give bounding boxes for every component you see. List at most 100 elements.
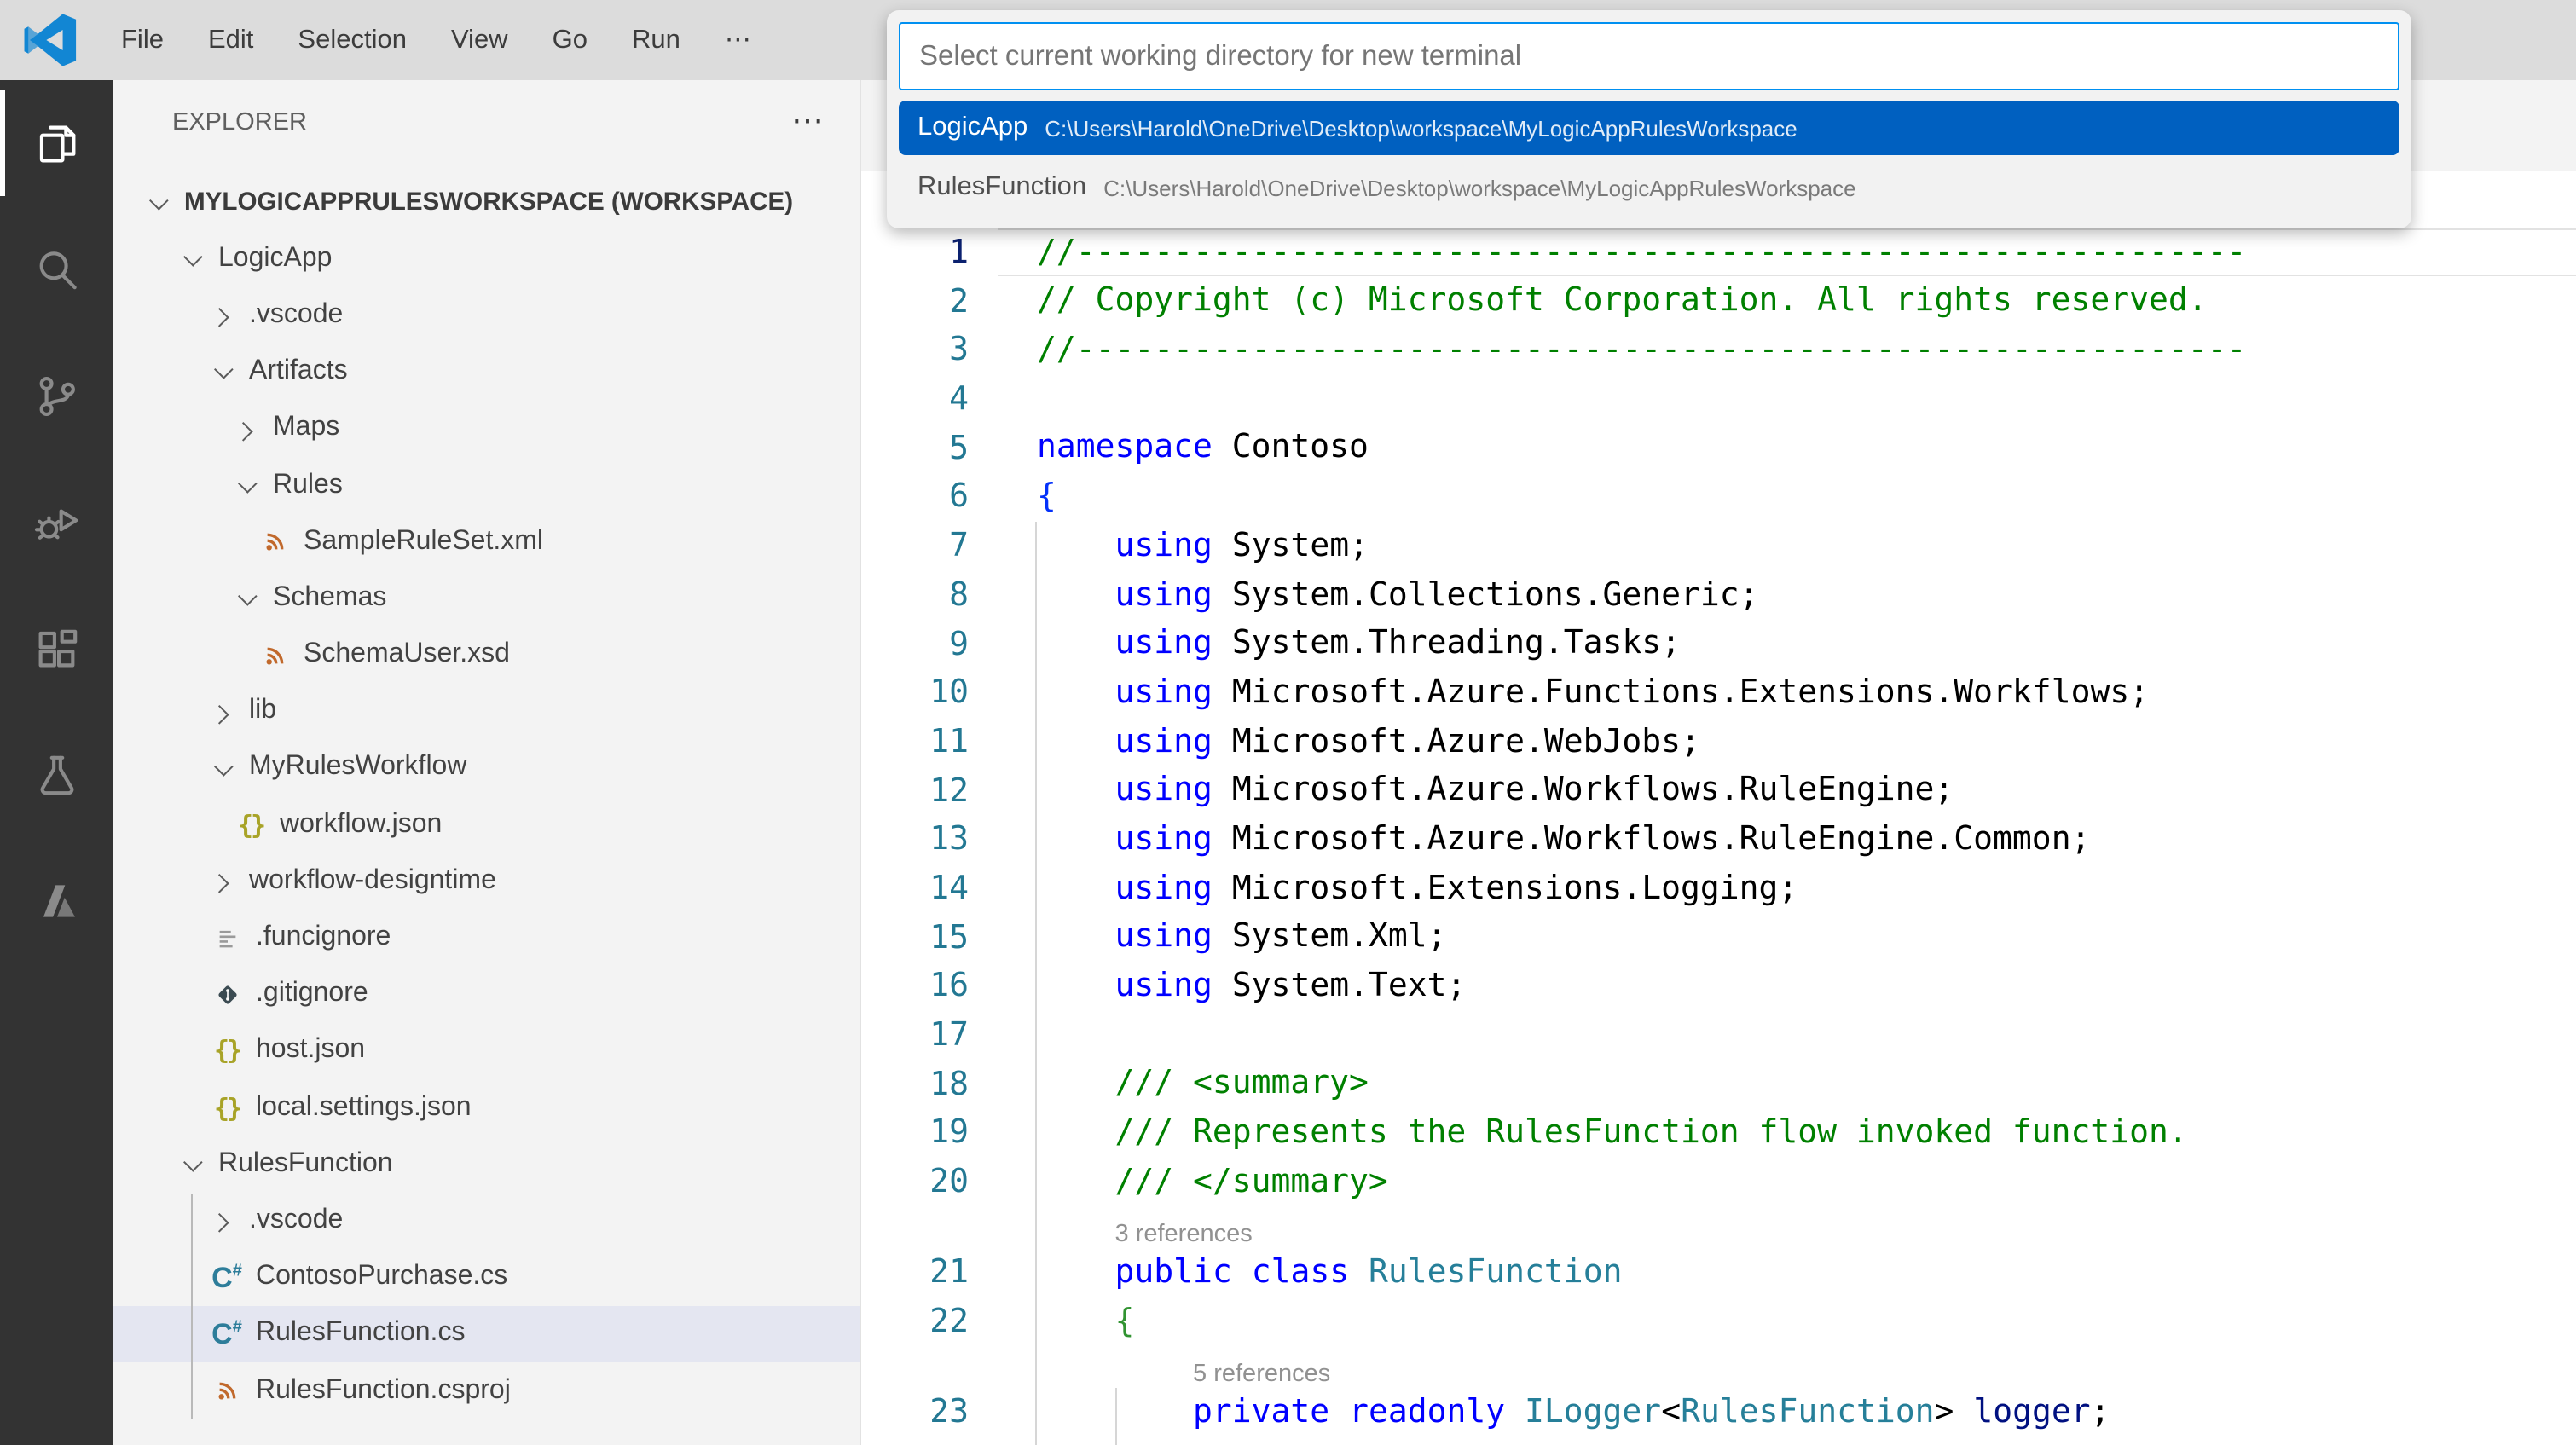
menu-item-more[interactable]: ⋯	[703, 0, 773, 80]
menu-item-run[interactable]: Run	[610, 0, 703, 80]
code-text: //--------------------------------------…	[1037, 228, 2246, 276]
code-line-13: 13 using Microsoft.Azure.Workflows.RuleE…	[861, 815, 2576, 864]
tree-item-label: .funcignore	[256, 922, 391, 953]
line-number: 21	[861, 1254, 969, 1292]
line-number: 7	[861, 527, 969, 564]
code-text: using Microsoft.Extensions.Logging;	[1037, 864, 1797, 912]
code-line-17: 17	[861, 1010, 2576, 1059]
chevron-down-icon	[177, 252, 205, 265]
quick-pick: LogicApp C:\Users\Harold\OneDrive\Desktop…	[887, 10, 2411, 228]
tree-item-schemauser-xsd[interactable]: SchemaUser.xsd	[113, 627, 860, 683]
tree-item-rules[interactable]: Rules	[113, 457, 860, 513]
tree-item-sampleruleset-xml[interactable]: SampleRuleSet.xml	[113, 513, 860, 569]
line-number: 1	[861, 234, 969, 271]
menubar: FileEditSelectionViewGoRun⋯	[99, 0, 773, 80]
chevron-down-icon	[177, 1158, 205, 1170]
tree-item-label: RulesFunction.cs	[256, 1319, 465, 1350]
chevron-down-icon	[143, 196, 171, 209]
line-number: 22	[861, 1303, 969, 1340]
tree-item-vscode[interactable]: .vscode	[113, 1193, 860, 1249]
line-number: 11	[861, 723, 969, 760]
tree-item-schemas[interactable]: Schemas	[113, 570, 860, 627]
tree-item-rulesfunction[interactable]: RulesFunction	[113, 1136, 860, 1192]
azure-icon[interactable]	[0, 837, 113, 963]
tree-item-label: workflow.json	[280, 809, 442, 840]
quick-pick-item-label: LogicApp	[918, 113, 1028, 143]
files-icon[interactable]	[0, 80, 113, 206]
tree-item-lib[interactable]: lib	[113, 683, 860, 739]
menu-item-go[interactable]: Go	[530, 0, 610, 80]
tree-item-vscode[interactable]: .vscode	[113, 287, 860, 344]
tree-item-logicapp[interactable]: LogicApp	[113, 230, 860, 286]
tree-item-local-settings-json[interactable]: {}local.settings.json	[113, 1079, 860, 1136]
cs-file-icon: C#	[211, 1320, 242, 1349]
tree-item-workflow-designtime[interactable]: workflow-designtime	[113, 853, 860, 910]
json-file-icon: {}	[211, 1036, 242, 1066]
search-icon[interactable]	[0, 206, 113, 332]
tree-item-label: ContosoPurchase.cs	[256, 1262, 507, 1292]
more-actions-icon[interactable]: ⋯	[791, 114, 825, 131]
tree-item-mylogicapprulesworkspace-workspace[interactable]: MYLOGICAPPRULESWORKSPACE (WORKSPACE)	[113, 174, 860, 230]
code-line-6: 6{	[861, 472, 2576, 521]
code-text: using System.Text;	[1037, 962, 1466, 1010]
quick-pick-item-rulesfunction[interactable]: RulesFunctionC:\Users\Harold\OneDrive\De…	[899, 160, 2399, 215]
chevron-right-icon	[208, 1214, 235, 1227]
tree-item-rulesfunction-csproj[interactable]: RulesFunction.csproj	[113, 1362, 860, 1419]
code-text: using Microsoft.Azure.Workflows.RuleEngi…	[1037, 766, 1954, 815]
quick-pick-input[interactable]	[899, 22, 2399, 90]
tree-item-artifacts[interactable]: Artifacts	[113, 344, 860, 400]
tree-item-funcignore[interactable]: .funcignore	[113, 910, 860, 966]
test-beaker-icon[interactable]	[0, 711, 113, 837]
code-text: namespace Contoso	[1037, 424, 1369, 472]
json-file-icon: {}	[235, 809, 266, 840]
sidebar-title: EXPLORER	[172, 109, 307, 136]
code-line-8: 8 using System.Collections.Generic;	[861, 570, 2576, 619]
code-line-5: 5 namespace Contoso	[861, 424, 2576, 472]
chevron-down-icon	[208, 761, 235, 774]
line-number: 23	[861, 1393, 969, 1431]
menu-item-view[interactable]: View	[429, 0, 530, 80]
quick-pick-item-path: C:\Users\Harold\OneDrive\Desktop\workspa…	[1045, 115, 1797, 141]
tree-item-label: SchemaUser.xsd	[304, 639, 510, 670]
chevron-right-icon	[208, 875, 235, 887]
code-line-14: 14 using Microsoft.Extensions.Logging;	[861, 864, 2576, 912]
xml-file-icon	[259, 529, 290, 554]
extensions-icon[interactable]	[0, 585, 113, 711]
menu-item-selection[interactable]: Selection	[275, 0, 429, 80]
code-text: using System.Collections.Generic;	[1037, 570, 1759, 619]
quick-pick-item-logicapp[interactable]: LogicApp C:\Users\Harold\OneDrive\Desktop…	[899, 101, 2399, 155]
code-line-12: 12 using Microsoft.Azure.Workflows.RuleE…	[861, 766, 2576, 815]
code-line-19: 19 /// Represents the RulesFunction flow…	[861, 1108, 2576, 1157]
codelens-references[interactable]: 5 references	[861, 1346, 2576, 1388]
code-line-24: 24	[861, 1436, 2576, 1445]
xml-file-icon	[259, 642, 290, 668]
code-text: /// Represents the RulesFunction flow in…	[1037, 1108, 2188, 1157]
line-number: 8	[861, 576, 969, 614]
tree-item-workflow-json[interactable]: {} workflow.json	[113, 796, 860, 853]
line-number: 3	[861, 332, 969, 369]
tree-item-rulesfunction-cs[interactable]: C# RulesFunction.cs	[113, 1306, 860, 1362]
code-text: /// </summary>	[1037, 1158, 1388, 1206]
code-editor[interactable]: 1 //-------------------------------------…	[861, 228, 2576, 1445]
code-line-3: 3 //-------------------------------------…	[861, 326, 2576, 374]
code-text: //--------------------------------------…	[1037, 326, 2246, 374]
codelens-references[interactable]: 3 references	[861, 1206, 2576, 1248]
menu-item-edit[interactable]: Edit	[186, 0, 275, 80]
tree-item-label: RulesFunction	[218, 1149, 393, 1180]
menu-item-file[interactable]: File	[99, 0, 186, 80]
tree-item-contosopurchase-cs[interactable]: C#ContosoPurchase.cs	[113, 1249, 860, 1305]
tree-item-label: .gitignore	[256, 979, 368, 1009]
source-control-icon[interactable]	[0, 332, 113, 459]
tree-item-label: .vscode	[249, 300, 343, 331]
tree-item-maps[interactable]: Maps	[113, 401, 860, 457]
tree-item-gitignore[interactable]: .gitignore	[113, 966, 860, 1022]
tree-item-myrulesworkflow[interactable]: MyRulesWorkflow	[113, 740, 860, 796]
git-file-icon	[211, 981, 242, 1007]
tree-item-host-json[interactable]: {}host.json	[113, 1023, 860, 1079]
line-number: 5	[861, 430, 969, 467]
code-line-10: 10 using Microsoft.Azure.Functions.Exten…	[861, 668, 2576, 717]
code-line-1: 1 //-------------------------------------…	[861, 228, 2576, 276]
code-line-16: 16 using System.Text;	[861, 962, 2576, 1010]
code-text: public class RulesFunction	[1037, 1248, 1622, 1297]
run-debug-icon[interactable]	[0, 459, 113, 585]
